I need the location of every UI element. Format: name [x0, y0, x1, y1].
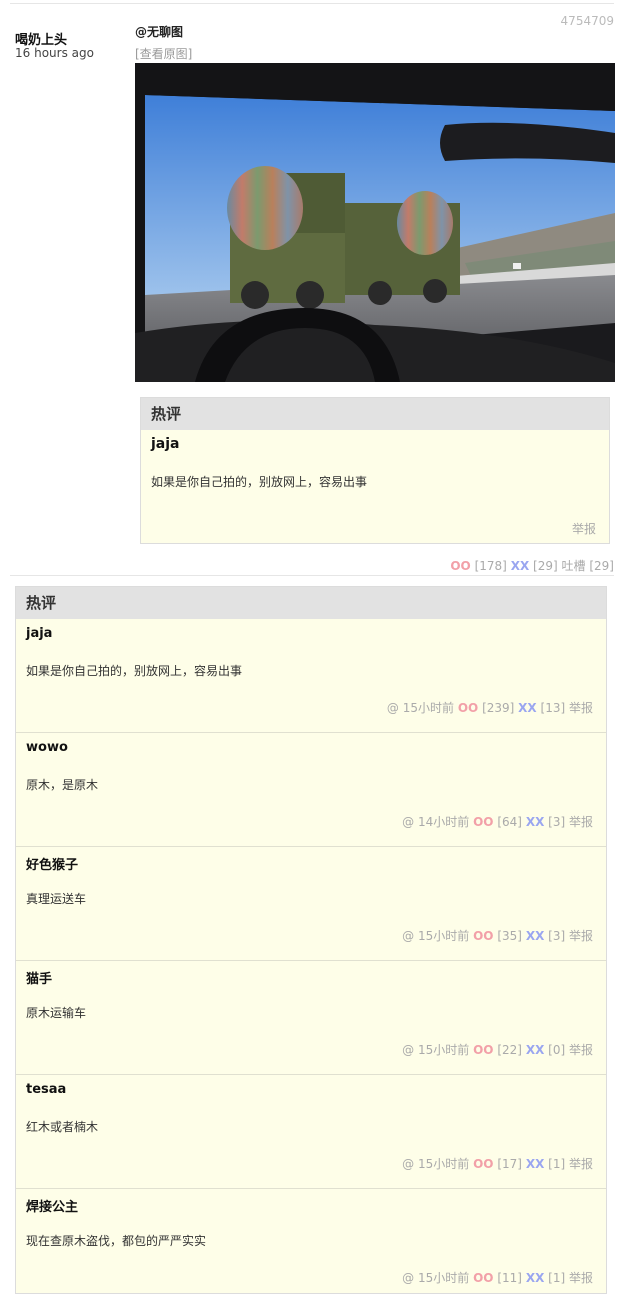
hot-comments-title: 热评 [16, 587, 606, 619]
oo-count: [239] [482, 701, 515, 715]
comment-time: 15小时前 [402, 701, 454, 715]
comment-author[interactable]: 猫手 [26, 968, 52, 987]
comment-meta: @ 15小时前 OO [17] XX [1] 举报 [402, 1155, 593, 1172]
top-divider [10, 3, 614, 4]
report-link[interactable]: 举报 [569, 815, 593, 829]
comment-author[interactable]: jaja [26, 626, 52, 641]
oo-count: [35] [497, 929, 522, 943]
hot-comments-list: 热评 jaja 如果是你自己拍的，别放网上，容易出事 @ 15小时前 OO [2… [15, 586, 607, 1294]
comment-item: jaja 如果是你自己拍的，别放网上，容易出事 @ 15小时前 OO [239]… [16, 619, 606, 733]
hot-comment-text: 如果是你自己拍的，别放网上，容易出事 [151, 475, 368, 489]
oo-count: [11] [497, 1271, 522, 1285]
xx-vote-button[interactable]: XX [526, 1157, 545, 1171]
xx-count: [1] [548, 1157, 566, 1171]
oo-vote-button[interactable]: OO [473, 1157, 493, 1171]
comment-item: 焊接公主 现在查原木盗伐，都包的严严实实 @ 15小时前 OO [11] XX … [16, 1189, 606, 1302]
comment-time: 15小时前 [418, 929, 470, 943]
tucao-count: [29] [589, 559, 614, 573]
comment-meta: @ 15小时前 OO [35] XX [3] 举报 [402, 927, 593, 944]
oo-count: [178] [474, 559, 507, 573]
xx-count: [0] [548, 1043, 566, 1057]
comment-item: 猫手 原木运输车 @ 15小时前 OO [22] XX [0] 举报 [16, 961, 606, 1075]
comment-author[interactable]: 好色猴子 [26, 854, 78, 873]
report-link[interactable]: 举报 [569, 1043, 593, 1057]
comment-author[interactable]: tesaa [26, 1082, 66, 1097]
xx-vote-button[interactable]: XX [526, 1271, 545, 1285]
oo-count: [22] [497, 1043, 522, 1057]
reply-at-link[interactable]: @ [402, 1157, 414, 1171]
comment-item: wowo 原木，是原木 @ 14小时前 OO [64] XX [3] 举报 [16, 733, 606, 847]
report-link[interactable]: 举报 [569, 701, 593, 715]
view-original-link[interactable]: [查看原图] [135, 45, 192, 62]
oo-vote-button[interactable]: OO [473, 1043, 493, 1057]
xx-vote-button[interactable]: XX [518, 701, 537, 715]
xx-count: [1] [548, 1271, 566, 1285]
reply-at-link[interactable]: @ [387, 701, 399, 715]
post-id[interactable]: 4754709 [561, 14, 614, 28]
xx-count: [3] [548, 815, 566, 829]
oo-vote-button[interactable]: OO [473, 815, 493, 829]
comment-time: 15小时前 [418, 1157, 470, 1171]
comment-meta: @ 15小时前 OO [239] XX [13] 举报 [387, 699, 593, 716]
reply-at-link[interactable]: @ [402, 1043, 414, 1057]
comment-meta: @ 14小时前 OO [64] XX [3] 举报 [402, 813, 593, 830]
oo-vote-button[interactable]: OO [458, 701, 478, 715]
comment-author[interactable]: 焊接公主 [26, 1196, 78, 1215]
xx-count: [3] [548, 929, 566, 943]
oo-count: [64] [497, 815, 522, 829]
xx-vote-button[interactable]: XX [526, 929, 545, 943]
comment-meta: @ 15小时前 OO [22] XX [0] 举报 [402, 1041, 593, 1058]
post-image[interactable] [135, 63, 615, 382]
report-link[interactable]: 举报 [569, 1271, 593, 1285]
xx-vote-button[interactable]: XX [511, 559, 530, 573]
section-divider [10, 575, 614, 576]
comment-time: 15小时前 [418, 1271, 470, 1285]
reply-at-link[interactable]: @ [402, 929, 414, 943]
comment-meta: @ 15小时前 OO [11] XX [1] 举报 [402, 1269, 593, 1286]
xx-count: [13] [540, 701, 566, 715]
comment-item: 好色猴子 真理运送车 @ 15小时前 OO [35] XX [3] 举报 [16, 847, 606, 961]
comment-time: 14小时前 [418, 815, 470, 829]
oo-vote-button[interactable]: OO [473, 929, 493, 943]
hot-comment-report-link[interactable]: 举报 [572, 520, 596, 537]
report-link[interactable]: 举报 [569, 1157, 593, 1171]
xx-count: [29] [533, 559, 558, 573]
oo-count: [17] [497, 1157, 522, 1171]
reply-at-link[interactable]: @ [402, 1271, 414, 1285]
reply-at-link[interactable]: @ [402, 815, 414, 829]
xx-vote-button[interactable]: XX [526, 815, 545, 829]
post-vote-bar: OO [178] XX [29] 吐槽 [29] [450, 557, 614, 574]
oo-vote-button[interactable]: OO [473, 1271, 493, 1285]
xx-vote-button[interactable]: XX [526, 1043, 545, 1057]
comment-text: 现在查原木盗伐，都包的严严实实 [26, 1234, 207, 1248]
post-time: 16 hours ago [15, 46, 94, 60]
tucao-link[interactable]: 吐槽 [562, 559, 586, 573]
post-category[interactable]: @无聊图 [135, 23, 183, 40]
comment-text: 真理运送车 [26, 892, 87, 906]
comment-text: 如果是你自己拍的，别放网上，容易出事 [26, 664, 243, 678]
comment-text: 原木运输车 [26, 1006, 87, 1020]
comment-author[interactable]: wowo [26, 740, 68, 755]
comment-item: tesaa 红木或者楠木 @ 15小时前 OO [17] XX [1] 举报 [16, 1075, 606, 1189]
comment-text: 原木，是原木 [26, 778, 99, 792]
comment-text: 红木或者楠木 [26, 1120, 99, 1134]
hot-comment-box: 热评 jaja 如果是你自己拍的，别放网上，容易出事 举报 [140, 397, 610, 544]
report-link[interactable]: 举报 [569, 929, 593, 943]
hot-comment-author[interactable]: jaja [151, 436, 180, 452]
oo-vote-button[interactable]: OO [450, 559, 470, 573]
hot-comment-title: 热评 [141, 398, 609, 430]
comment-time: 15小时前 [418, 1043, 470, 1057]
